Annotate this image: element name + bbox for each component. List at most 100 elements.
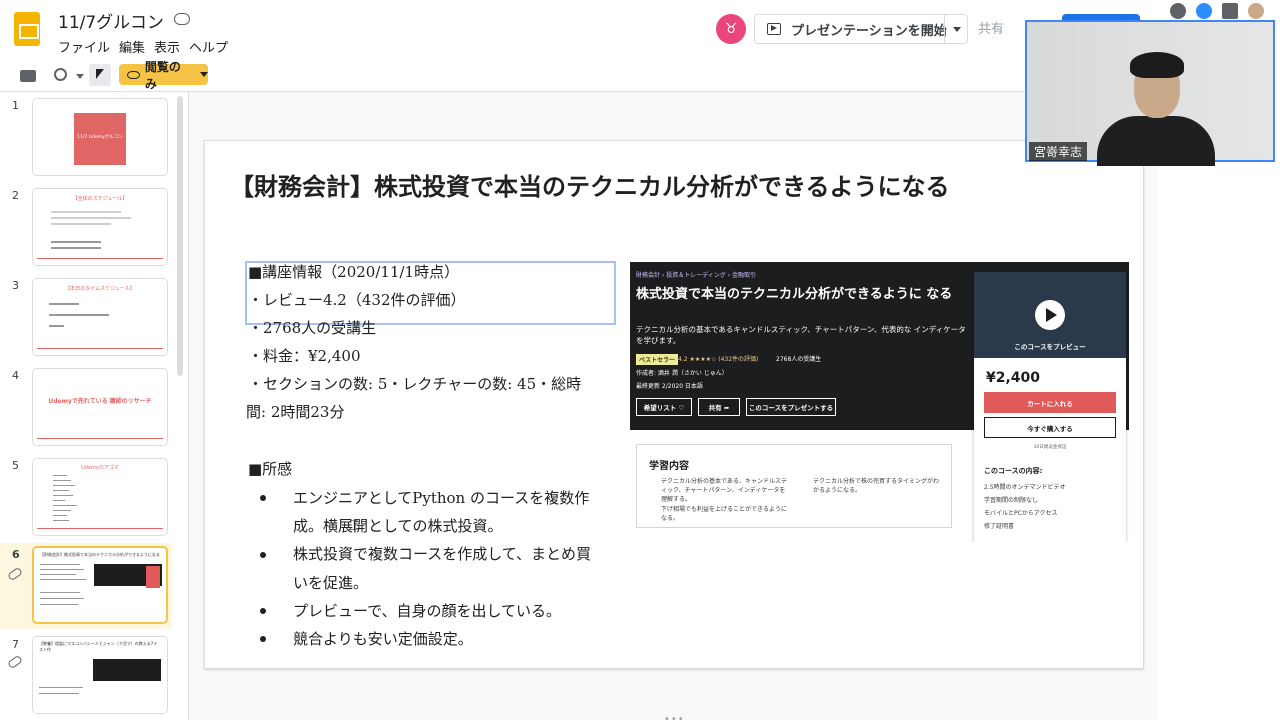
learn-point: テクニカル分析で株の売買するタイミングがわかるようになる。: [813, 478, 940, 494]
impression-line: エンジニアとしてPython のコースを複数作: [293, 489, 590, 507]
slide-number: 3: [12, 279, 19, 292]
include-item: 学習期間の制限なし: [984, 497, 1039, 504]
thumb-title: 【本日のタイムスケジュール】: [65, 286, 135, 292]
udemy-description: テクニカル分析の基本であるキャンドルスティック、チャートパターン、代表的な イン…: [636, 325, 966, 345]
learn-point: 下げ相場でも利益を上げることができるようになる。: [661, 506, 787, 522]
preview-label: このコースをプレビュー: [1014, 343, 1086, 351]
slide-title: 【財務会計】株式投資で本当のテクニカル分析ができるようになる: [230, 172, 950, 201]
udemy-price: ¥2,400: [986, 370, 1041, 386]
slide-number: 6: [12, 548, 20, 561]
includes-title: このコースの内容:: [984, 467, 1043, 475]
include-item: 修了証明書: [984, 523, 1015, 530]
thumb-title: 【全体のスケジュール】: [72, 196, 128, 202]
slide-thumbnail-3[interactable]: 【本日のタイムスケジュール】: [32, 278, 168, 356]
slide-thumbnail-1[interactable]: 11/7 Udemyグルコン: [32, 98, 168, 176]
udemy-rating: 4.2 ★★★★☆ (432件の評価): [678, 356, 759, 363]
filmstrip-scrollbar[interactable]: [177, 96, 183, 376]
impression-line: いを促進。: [293, 574, 369, 592]
present-label: プレゼンテーションを開始: [791, 23, 947, 39]
profile-avatar[interactable]: [1248, 3, 1264, 19]
buy-now-button: 今すぐ購入する: [984, 417, 1116, 438]
udemy-updated: 最終更新 2/2020 日本語: [636, 383, 703, 390]
thumb-title: 11/7 Udemyグルコン: [77, 135, 123, 140]
extension-bull-icon[interactable]: ♉: [716, 14, 746, 44]
print-icon[interactable]: [20, 70, 36, 82]
info-heading: ■講座情報（2020/11/1時点）: [248, 263, 460, 281]
present-icon: [767, 23, 781, 35]
udemy-course-screenshot: 財務会計 › 投資＆トレーディング › 金融取引 株式投資で本当のテクニカル分析…: [630, 262, 1129, 542]
bestseller-badge: ベストセラー: [636, 354, 679, 365]
learn-point: テクニカル分析の基本である、キャンドルスティック、チャートパターン、インディケー…: [661, 478, 787, 503]
include-item: 2.5時間のオンデマンドビデオ: [984, 484, 1066, 491]
select-pointer-icon[interactable]: [89, 64, 111, 86]
info-line: ・2768人の受講生: [248, 319, 377, 337]
present-options-chevron-icon[interactable]: [953, 27, 961, 32]
bullet: [260, 552, 266, 558]
chevron-down-icon: [200, 72, 208, 77]
eye-icon: [127, 70, 140, 79]
view-only-button[interactable]: 閲覧のみ: [119, 60, 208, 91]
text-cursor-icon: ⌶: [350, 518, 359, 534]
learn-title: 学習内容: [649, 461, 689, 472]
zoom-chevron-down-icon[interactable]: [76, 74, 84, 79]
webcam-overlay[interactable]: 宮嵜幸志: [1025, 20, 1275, 166]
udemy-students: 2768人の受講生: [776, 356, 822, 363]
share-button[interactable]: 共有: [978, 18, 1004, 37]
present-button[interactable]: プレゼンテーションを開始: [754, 14, 968, 44]
thumb-title: 【教養】相談にマスコンバレー人とジャン（ア活マ）の教える7テスト作: [39, 641, 158, 652]
impression-line: プレビューで、自身の顔を出している。: [293, 602, 562, 620]
guarantee-text: 30日間返金保証: [1033, 445, 1067, 450]
slide-thumbnail-7[interactable]: 【教養】相談にマスコンバレー人とジャン（ア活マ）の教える7テスト作: [32, 636, 168, 714]
slide-thumbnail-4[interactable]: Udemyで売れている 講師のリサーチ: [32, 368, 168, 446]
impression-line: 株式投資で複数コースを作成して、まとめ買: [293, 545, 592, 563]
extension-icon-1[interactable]: [1170, 3, 1186, 19]
bullet: [260, 495, 266, 501]
learn-box: 学習内容 テクニカル分析の基本である、キャンドルスティック、チャートパターン、イ…: [636, 444, 952, 528]
thumb-title: Udemyのアゴマ: [81, 465, 119, 471]
menu-view[interactable]: 表示: [154, 37, 180, 56]
view-only-label: 閲覧のみ: [144, 59, 181, 91]
presenter-name: 宮嵜幸志: [1029, 142, 1088, 161]
slide-thumbnail-5[interactable]: Udemyのアゴマ: [32, 458, 168, 536]
include-item: モバイルとPCからアクセス: [984, 510, 1058, 517]
slides-logo-icon[interactable]: [14, 12, 40, 46]
info-line: ・料金：¥2,400: [248, 347, 361, 365]
slide-number: 5: [12, 459, 19, 472]
thumb-title: Udemyで売れている 講師のリサーチ: [48, 398, 152, 405]
udemy-course-title: 株式投資で本当のテクニカル分析ができるように なる: [636, 287, 953, 302]
play-icon: [1035, 300, 1065, 330]
impression-line: 成。横展開としての株式投資。: [293, 517, 503, 535]
slide-number: 1: [12, 99, 19, 112]
udemy-author: 作成者: 酒井 潤（さかい じゅん）: [636, 370, 728, 377]
thumb-title: 【財務会計】株式投資で本当のテクニカル分析ができるようになる: [40, 552, 160, 557]
cloud-saved-icon: [174, 13, 190, 25]
add-to-cart-button: カートに入れる: [984, 392, 1116, 413]
presenter-body: [1097, 116, 1215, 166]
menu-edit[interactable]: 編集: [119, 37, 145, 56]
info-line: ・レビュー4.2（432件の評価）: [248, 291, 466, 309]
impression-line: 競合よりも安い定価設定。: [293, 630, 473, 648]
slide-number: 4: [12, 369, 19, 382]
udemy-breadcrumb: 財務会計 › 投資＆トレーディング › 金融取引: [636, 272, 757, 279]
slide-number: 7: [12, 638, 19, 651]
zoom-extension-icon[interactable]: [1196, 3, 1212, 19]
impressions-heading: ■所感: [248, 460, 293, 478]
udemy-share-button: 共有 ➦: [698, 398, 740, 416]
document-title[interactable]: 11/7グルコン: [58, 8, 164, 33]
info-line: ・セクションの数: 5・レクチャーの数: 45・総時: [248, 375, 582, 393]
bullet: [260, 608, 266, 614]
presenter-hair: [1130, 52, 1184, 78]
menu-bar: ファイル 編集 表示 ヘルプ: [58, 37, 228, 56]
menu-file[interactable]: ファイル: [58, 37, 110, 56]
slide-number: 2: [12, 189, 19, 202]
zoom-icon[interactable]: [54, 68, 67, 81]
bullet: [260, 636, 266, 642]
slide-thumbnail-2[interactable]: 【全体のスケジュール】: [32, 188, 168, 266]
browser-extensions: [1170, 3, 1264, 19]
slide-thumbnail-6[interactable]: 【財務会計】株式投資で本当のテクニカル分析ができるようになる: [32, 546, 168, 624]
gift-button: このコースをプレゼントする: [746, 398, 836, 416]
wishlist-button: 希望リスト ♡: [636, 398, 692, 416]
puzzle-icon[interactable]: [1222, 3, 1238, 19]
info-line: 間: 2時間23分: [246, 403, 345, 421]
menu-help[interactable]: ヘルプ: [189, 37, 228, 56]
